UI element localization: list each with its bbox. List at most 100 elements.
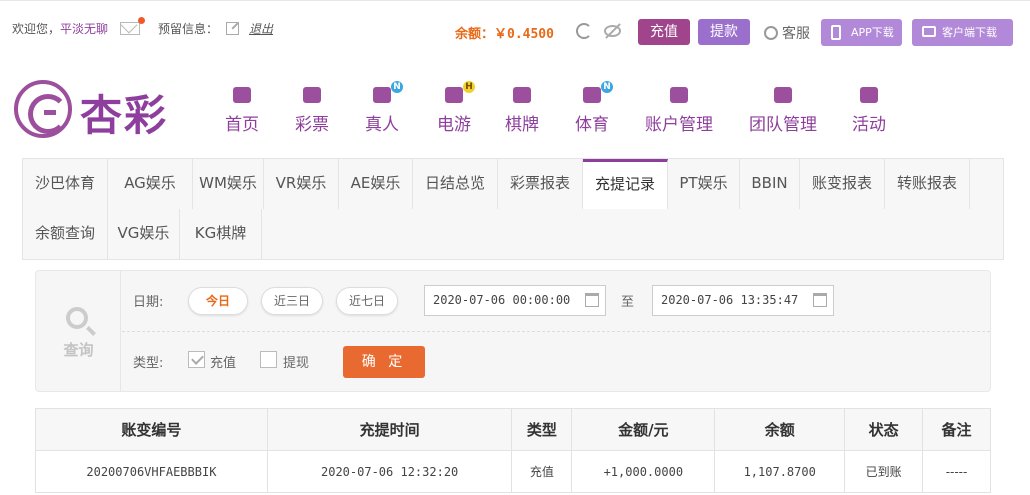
tab-3[interactable]: VR娱乐	[264, 159, 339, 209]
gift-icon	[858, 84, 880, 106]
deposit-checkbox[interactable]	[188, 351, 205, 368]
record-type: 充值	[511, 450, 573, 493]
logo-text[interactable]: 杏彩	[80, 82, 168, 143]
nav-label: 账户管理	[645, 115, 713, 135]
hide-balance-icon[interactable]	[604, 25, 621, 37]
withdraw-checkbox-label: 提现	[283, 356, 310, 371]
alert-label: 预留信息：	[158, 22, 219, 36]
nav-item-7[interactable]: 团队管理	[749, 84, 817, 135]
tab-8[interactable]: PT娱乐	[668, 159, 740, 209]
yen-icon	[668, 84, 690, 106]
logo-icon[interactable]	[14, 80, 72, 138]
record-time: 2020-07-06 12:32:20	[266, 450, 513, 493]
top-bar: 欢迎您， 平淡无聊 预留信息： 退出 余额：￥0.4500 充值 提款 客服 A…	[0, 0, 1030, 58]
search-icon	[66, 307, 88, 329]
tab-0[interactable]: 沙巴体育	[23, 159, 108, 209]
live-dealer-icon: N	[371, 81, 403, 106]
customer-service-link[interactable]: 客服	[764, 23, 810, 43]
headset-icon	[764, 26, 778, 40]
tab-9[interactable]: BBIN	[740, 159, 800, 209]
column-header: 类型	[511, 408, 573, 451]
tab-12[interactable]: 余额查询	[23, 209, 108, 259]
app-download-label: APP下载	[851, 26, 894, 39]
nav-item-0[interactable]: 首页	[225, 84, 259, 135]
withdraw-checkbox[interactable]	[260, 351, 277, 368]
nav-label: 活动	[852, 115, 886, 135]
nav-item-8[interactable]: 活动	[852, 84, 886, 135]
report-tabs: 沙巴体育 AG娱乐 WM娱乐 VR娱乐 AE娱乐 日结总览 彩票报表 充提记录 PT娱乐 BBIN…	[22, 158, 1004, 260]
withdraw-button[interactable]: 提款	[698, 19, 750, 45]
user-info: 欢迎您， 平淡无聊 预留信息： 退出	[12, 17, 273, 37]
edit-icon[interactable]	[226, 22, 240, 35]
deposit-button[interactable]: 充值	[638, 19, 690, 45]
nav-badge: H	[463, 81, 475, 93]
nav-label: 棋牌	[505, 115, 539, 135]
nav-item-3[interactable]: H 电游	[437, 81, 475, 135]
nav-item-5[interactable]: N 体育	[575, 81, 613, 135]
column-header: 余额	[714, 408, 846, 451]
query-side: 查询	[36, 271, 121, 391]
nav-label: 电游	[437, 115, 471, 135]
nav-label: 真人	[365, 115, 399, 135]
today-button[interactable]: 今日	[188, 287, 248, 315]
column-header: 备注	[922, 408, 991, 451]
nav-badge: N	[601, 81, 613, 93]
nav-item-4[interactable]: 棋牌	[505, 84, 539, 135]
nav-label: 彩票	[295, 115, 329, 135]
end-date-input[interactable]: 2020-07-06 13:35:47	[652, 285, 834, 316]
column-header: 充提时间	[266, 408, 513, 451]
three-days-button[interactable]: 近三日	[261, 287, 323, 315]
nav-label: 体育	[575, 115, 609, 135]
record-amount: +1,000.0000	[571, 450, 716, 493]
app-download-button[interactable]: APP下载	[821, 19, 902, 46]
nav-item-2[interactable]: N 真人	[365, 81, 403, 135]
calendar-icon[interactable]	[813, 293, 827, 307]
refresh-icon[interactable]	[576, 23, 592, 39]
trophy-icon: N	[581, 81, 613, 106]
gamepad-icon: H	[443, 81, 475, 106]
column-header: 金额/元	[571, 408, 716, 451]
tab-4[interactable]: AE娱乐	[339, 159, 413, 209]
start-date-input[interactable]: 2020-07-06 00:00:00	[424, 285, 606, 316]
tab-14[interactable]: KG棋牌	[180, 209, 262, 259]
start-date-value: 2020-07-06 00:00:00	[433, 293, 571, 307]
tab-13[interactable]: VG娱乐	[108, 209, 180, 259]
monitor-icon	[922, 26, 936, 37]
username-link[interactable]: 平淡无聊	[60, 20, 108, 37]
calendar-icon[interactable]	[585, 293, 599, 307]
record-status: 已到账	[844, 450, 924, 493]
record-note: -----	[922, 450, 991, 493]
client-download-button[interactable]: 客户端下载	[912, 19, 1013, 46]
query-label: 查询	[63, 341, 94, 359]
service-label: 客服	[782, 26, 810, 42]
tab-11[interactable]: 转账报表	[885, 159, 970, 209]
column-header: 账变编号	[35, 408, 268, 451]
query-panel: 查询 日期: 今日 近三日 近七日 2020-07-06 00:00:00 至 …	[35, 270, 991, 392]
nav-item-1[interactable]: 彩票	[295, 84, 329, 135]
date-label: 日期:	[133, 295, 164, 310]
nav-label: 首页	[225, 115, 259, 135]
record-id: 20200706VHFAEBBBIK	[35, 450, 268, 493]
logout-link[interactable]: 退出	[249, 20, 273, 37]
tab-2[interactable]: WM娱乐	[193, 159, 264, 209]
cards-icon	[511, 84, 533, 106]
to-label: 至	[621, 295, 635, 310]
confirm-button[interactable]: 确 定	[343, 346, 425, 378]
balance-display: 余额：￥0.4500	[455, 27, 554, 42]
end-date-value: 2020-07-06 13:35:47	[661, 293, 799, 307]
tab-6[interactable]: 彩票报表	[498, 159, 583, 209]
lottery-icon	[301, 84, 323, 106]
mail-icon[interactable]	[120, 17, 146, 35]
table-row: 20200706VHFAEBBBIK 2020-07-06 12:32:20 充…	[35, 450, 991, 493]
tab-7[interactable]: 充提记录	[583, 159, 668, 209]
nav-label: 团队管理	[749, 115, 817, 135]
tab-10[interactable]: 账变报表	[800, 159, 885, 209]
column-header: 状态	[844, 408, 924, 451]
seven-days-button[interactable]: 近七日	[336, 287, 398, 315]
tab-5[interactable]: 日结总览	[413, 159, 498, 209]
nav-item-6[interactable]: 账户管理	[645, 84, 713, 135]
nav-badge: N	[391, 81, 403, 93]
home-icon	[231, 84, 253, 106]
deposit-checkbox-label: 充值	[210, 356, 237, 371]
tab-1[interactable]: AG娱乐	[108, 159, 193, 209]
